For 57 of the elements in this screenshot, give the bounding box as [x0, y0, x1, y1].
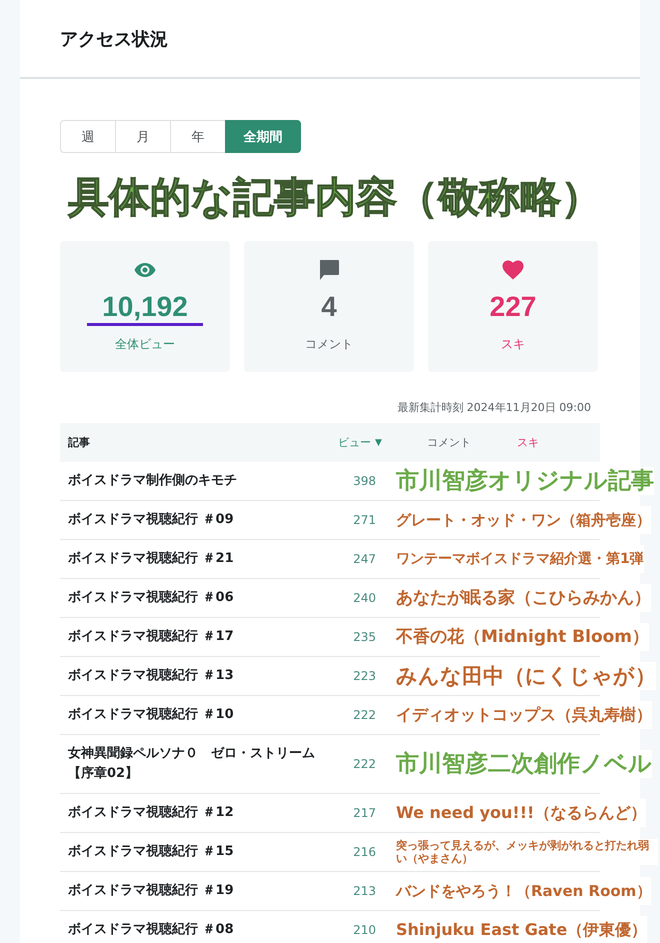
column-header[interactable]: スキ	[517, 435, 577, 450]
article-title[interactable]: ボイスドラマ視聴紀行 ＃21	[68, 540, 322, 578]
view-count: 213	[352, 884, 376, 898]
article-title[interactable]: ボイスドラマ視聴紀行 ＃13	[68, 657, 322, 695]
stat-value: 4	[321, 290, 337, 324]
article-title[interactable]: ボイスドラマ視聴紀行 ＃12	[68, 794, 322, 832]
annotation-text: We need you!!!（なるらんど）	[396, 799, 646, 827]
view-count: 235	[352, 630, 376, 644]
period-tab[interactable]: 月	[115, 120, 171, 153]
article-title[interactable]: ボイスドラマ視聴紀行 ＃15	[68, 833, 322, 871]
view-count: 222	[352, 757, 376, 771]
period-tab[interactable]: 週	[60, 120, 116, 153]
view-count: 222	[352, 708, 376, 722]
period-tab[interactable]: 全期間	[225, 120, 301, 153]
eye-icon	[134, 262, 156, 278]
view-count: 247	[352, 552, 376, 566]
article-title[interactable]: ボイスドラマ視聴紀行 ＃19	[68, 872, 322, 910]
annotation-text: Shinjuku East Gate（伊東優）	[396, 916, 648, 943]
article-title[interactable]: ボイスドラマ視聴紀行 ＃08	[68, 911, 322, 943]
article-title[interactable]: ボイスドラマ視聴紀行 ＃09	[68, 501, 322, 539]
annotation-text: あなたが眠る家（こひらみかん）	[396, 584, 651, 612]
heart-icon	[502, 260, 524, 280]
speech-bubble-icon	[318, 259, 340, 281]
updated-time: 最新集計時刻 2024年11月20日 09:00	[396, 400, 591, 415]
article-title[interactable]: ボイスドラマ視聴紀行 ＃17	[68, 618, 322, 656]
column-header: 記事	[68, 435, 91, 450]
column-header[interactable]: コメント	[427, 435, 517, 450]
column-header[interactable]: ビュー	[338, 435, 371, 450]
article-title[interactable]: ボイスドラマ制作側のキモチ	[68, 462, 322, 500]
view-count: 217	[352, 806, 376, 820]
annotation-text: ワンテーマボイスドラマ紹介選・第1弾	[396, 545, 644, 573]
annotation-text: 突っ張って見えるが、メッキが剥がれると打たれ弱い（やまさん）	[396, 839, 658, 865]
annotation-text: バンドをやろう！（Raven Room）	[396, 877, 652, 905]
period-tab[interactable]: 年	[170, 120, 226, 153]
stat-value: 227	[490, 290, 536, 324]
sort-arrow[interactable]: ▼	[375, 438, 382, 448]
stat-value: 10,192	[102, 290, 188, 324]
stat-label: スキ	[501, 336, 525, 353]
article-title[interactable]: ボイスドラマ視聴紀行 ＃10	[68, 696, 322, 734]
view-count: 210	[352, 923, 376, 937]
view-count: 271	[352, 513, 376, 527]
annotation-text: グレート・オッド・ワン（箱舟壱座）	[396, 506, 651, 534]
stat-label: 全体ビュー	[115, 336, 175, 353]
page-title: アクセス状況	[60, 28, 169, 51]
view-count: 223	[352, 669, 376, 683]
view-count: 398	[352, 474, 376, 488]
annotation-text: みんな田中（にくじゃが）	[396, 662, 656, 690]
article-title[interactable]: 女神異聞録ペルソナ０ ゼロ・ストリーム【序章02】	[68, 735, 322, 793]
annotation-text: イディオットコップス（呉丸寿樹）	[396, 701, 652, 729]
stat-label: コメント	[305, 336, 353, 353]
annotation-text: 市川智彦二次創作ノベル	[396, 750, 652, 778]
heading-annotation: 具体的な記事内容（敬称略）	[68, 172, 602, 223]
annotation-text: 市川智彦オリジナル記事	[396, 467, 654, 495]
view-count: 240	[352, 591, 376, 605]
article-title[interactable]: ボイスドラマ視聴紀行 ＃06	[68, 579, 322, 617]
view-count: 216	[352, 845, 376, 859]
annotation-text: 不香の花（Midnight Bloom）	[396, 623, 650, 651]
